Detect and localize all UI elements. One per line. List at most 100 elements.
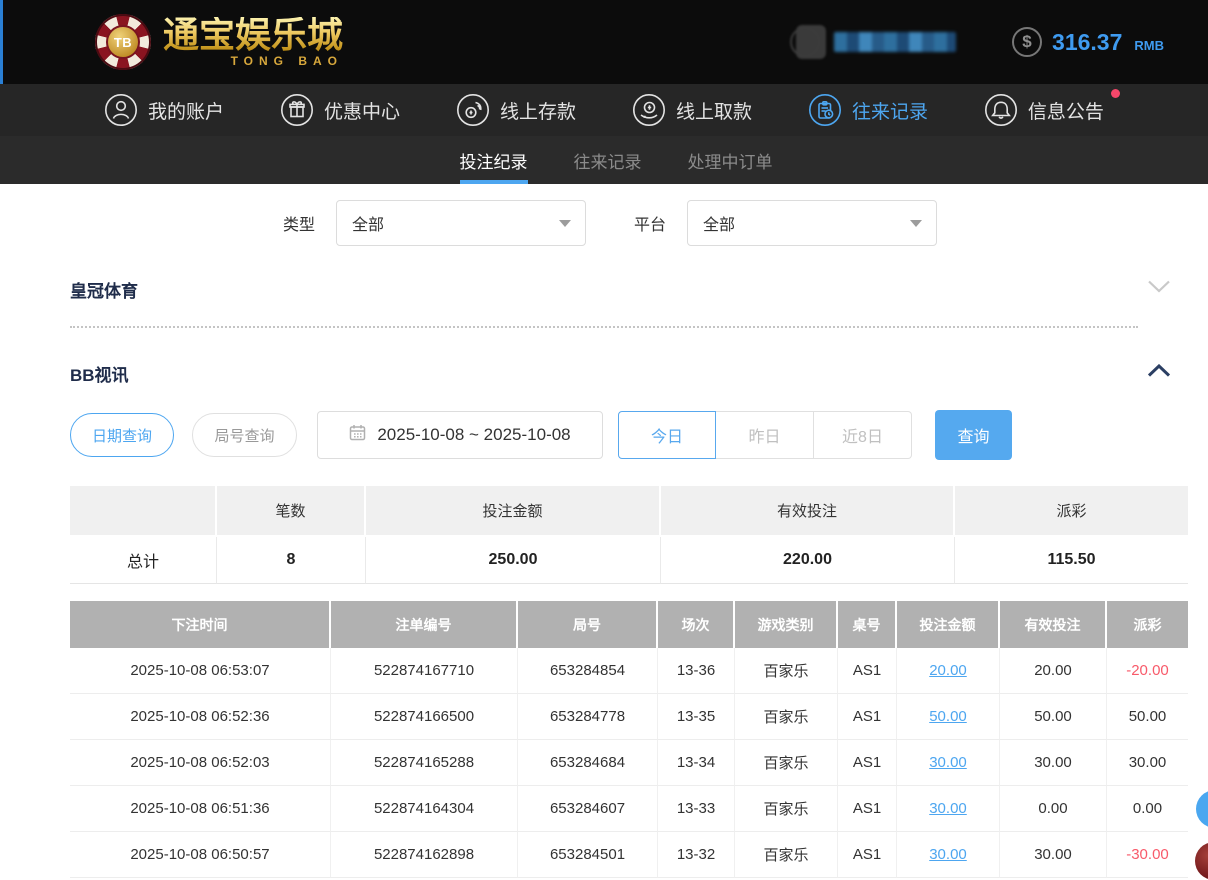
brand-name-cn: 通宝娱乐城 <box>163 17 343 53</box>
section-divider <box>70 326 1138 328</box>
nav-item-announcements[interactable]: 信息公告 <box>984 93 1104 127</box>
user-icon <box>104 93 138 127</box>
site-logo[interactable]: TB 通宝娱乐城 TONG BAO <box>95 14 343 70</box>
round-query-button[interactable]: 局号查询 <box>192 413 297 457</box>
type-select[interactable]: 全部 <box>336 200 586 246</box>
avatar <box>796 25 826 59</box>
cell-bet-amount: 30.00 <box>897 786 1000 832</box>
table-row: 2025-10-08 06:52:36 522874166500 6532847… <box>70 694 1188 740</box>
cell-game-type: 百家乐 <box>735 832 838 878</box>
cell-bet-time: 2025-10-08 06:50:57 <box>70 832 331 878</box>
summary-count: 8 <box>217 537 366 584</box>
balance-block: $ 316.37 RMB <box>1012 27 1164 57</box>
brand-name-en: TONG BAO <box>163 54 343 68</box>
nav-item-transaction-records[interactable]: 往来记录 <box>808 93 928 127</box>
cell-bet-number: 522874164304 <box>331 786 518 832</box>
cell-bet-number: 522874162898 <box>331 832 518 878</box>
withdraw-icon <box>632 93 666 127</box>
tab-bet-records[interactable]: 投注纪录 <box>460 136 528 184</box>
cell-bet-time: 2025-10-08 06:52:36 <box>70 694 331 740</box>
nav-label: 信息公告 <box>1028 97 1104 124</box>
summary-header-row: 笔数 投注金额 有效投注 派彩 <box>70 486 1188 537</box>
cell-payout: -20.00 <box>1107 648 1188 694</box>
today-button[interactable]: 今日 <box>618 411 716 459</box>
bet-amount-link[interactable]: 50.00 <box>929 708 967 725</box>
floating-widget-red[interactable] <box>1195 842 1208 880</box>
chevron-down-icon[interactable] <box>1148 280 1170 298</box>
floating-widget-blue[interactable] <box>1196 790 1208 828</box>
nav-item-deposit[interactable]: 线上存款 <box>456 93 576 127</box>
tab-pending-orders[interactable]: 处理中订单 <box>688 136 773 184</box>
bet-amount-link[interactable]: 30.00 <box>929 846 967 863</box>
summary-payout: 115.50 <box>955 537 1188 584</box>
cell-session: 13-35 <box>658 694 735 740</box>
summary-header-count: 笔数 <box>217 486 366 537</box>
query-toolbar: 日期查询 局号查询 2025-10-08 ~ 2025-10-08 今日 昨日 … <box>70 410 1208 460</box>
section-bb-video[interactable]: BB视讯 <box>70 356 1170 390</box>
avatar-ring <box>790 27 820 57</box>
col-game-type: 游戏类别 <box>735 601 838 648</box>
table-row: 2025-10-08 06:50:57 522874162898 6532845… <box>70 832 1188 878</box>
window-edge-strip <box>0 0 3 84</box>
cell-bet-time: 2025-10-08 06:53:07 <box>70 648 331 694</box>
table-row: 2025-10-08 06:51:36 522874164304 6532846… <box>70 786 1188 832</box>
table-row: 2025-10-08 06:52:03 522874165288 6532846… <box>70 740 1188 786</box>
tab-transaction-records[interactable]: 往来记录 <box>574 136 642 184</box>
bet-amount-link[interactable]: 30.00 <box>929 800 967 817</box>
cell-game-type: 百家乐 <box>735 648 838 694</box>
cell-round-number: 653284684 <box>518 740 658 786</box>
chevron-up-icon[interactable] <box>1148 364 1170 382</box>
nav-label: 线上存款 <box>500 97 576 124</box>
date-range-picker[interactable]: 2025-10-08 ~ 2025-10-08 <box>317 411 603 459</box>
section-crown-sports[interactable]: 皇冠体育 <box>70 272 1170 306</box>
cell-bet-number: 522874166500 <box>331 694 518 740</box>
cell-valid-bet: 20.00 <box>1000 648 1107 694</box>
nav-item-my-account[interactable]: 我的账户 <box>104 93 224 127</box>
user-account-block[interactable] <box>796 25 956 59</box>
col-bet-number: 注单编号 <box>331 601 518 648</box>
date-range-value: 2025-10-08 ~ 2025-10-08 <box>377 425 570 445</box>
cell-payout: 50.00 <box>1107 694 1188 740</box>
chip-monogram: TB <box>106 25 140 59</box>
col-valid-bet: 有效投注 <box>1000 601 1107 648</box>
cell-session: 13-36 <box>658 648 735 694</box>
cell-game-type: 百家乐 <box>735 786 838 832</box>
cell-payout: -30.00 <box>1107 832 1188 878</box>
nav-label: 优惠中心 <box>324 97 400 124</box>
yesterday-button[interactable]: 昨日 <box>716 411 814 459</box>
dollar-icon: $ <box>1012 27 1042 57</box>
bet-amount-link[interactable]: 30.00 <box>929 754 967 771</box>
nav-label: 往来记录 <box>852 97 928 124</box>
date-query-button[interactable]: 日期查询 <box>70 413 174 457</box>
cell-bet-number: 522874167710 <box>331 648 518 694</box>
cell-round-number: 653284854 <box>518 648 658 694</box>
chevron-down-icon <box>559 220 571 227</box>
platform-select[interactable]: 全部 <box>687 200 937 246</box>
balance-amount: 316.37 <box>1052 29 1122 56</box>
nav-item-promotions[interactable]: 优惠中心 <box>280 93 400 127</box>
cell-session: 13-33 <box>658 786 735 832</box>
cell-game-type: 百家乐 <box>735 694 838 740</box>
brand-text: 通宝娱乐城 TONG BAO <box>163 17 343 68</box>
bell-icon <box>984 93 1018 127</box>
bet-records-table: 下注时间 注单编号 局号 场次 游戏类别 桌号 投注金额 有效投注 派彩 202… <box>70 601 1188 878</box>
summary-header-valid-bet: 有效投注 <box>661 486 955 537</box>
cell-valid-bet: 30.00 <box>1000 832 1107 878</box>
cell-bet-amount: 20.00 <box>897 648 1000 694</box>
cell-table-number: AS1 <box>838 740 897 786</box>
platform-filter-label: 平台 <box>634 211 666 235</box>
summary-table: 笔数 投注金额 有效投注 派彩 总计 8 250.00 220.00 115.5… <box>70 486 1188 584</box>
summary-total-row: 总计 8 250.00 220.00 115.50 <box>70 537 1188 584</box>
cell-bet-time: 2025-10-08 06:52:03 <box>70 740 331 786</box>
deposit-icon <box>456 93 490 127</box>
bet-amount-link[interactable]: 20.00 <box>929 662 967 679</box>
search-button[interactable]: 查询 <box>935 410 1012 460</box>
last8days-button[interactable]: 近8日 <box>814 411 912 459</box>
cell-bet-amount: 30.00 <box>897 832 1000 878</box>
nav-item-withdraw[interactable]: 线上取款 <box>632 93 752 127</box>
summary-bet-amount: 250.00 <box>366 537 661 584</box>
platform-select-value: 全部 <box>703 211 735 235</box>
cell-bet-amount: 50.00 <box>897 694 1000 740</box>
col-payout: 派彩 <box>1107 601 1188 648</box>
cell-session: 13-32 <box>658 832 735 878</box>
